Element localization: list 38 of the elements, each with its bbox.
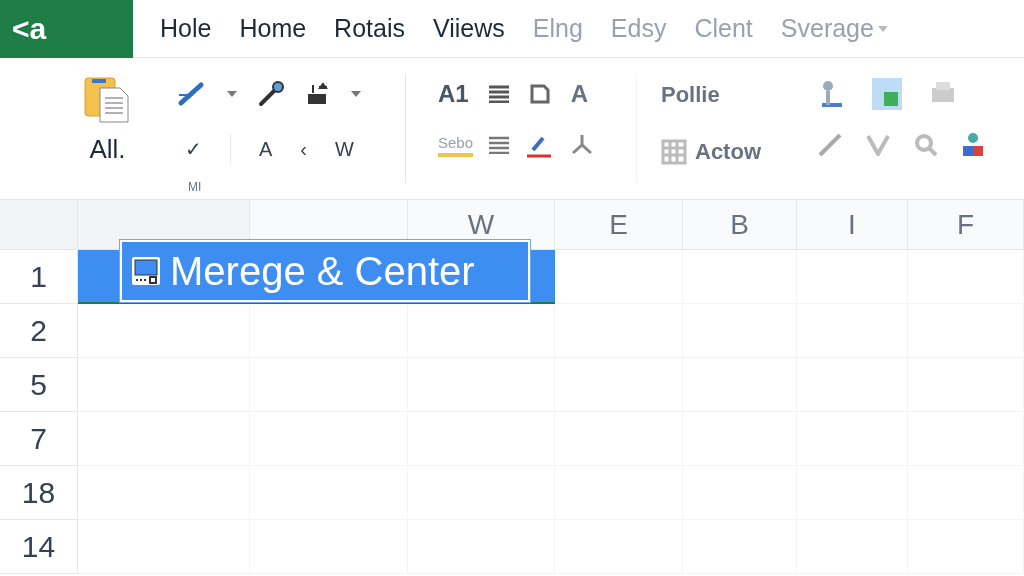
- style-dropdown[interactable]: Pollie: [661, 78, 802, 111]
- caret-icon[interactable]: [227, 91, 237, 97]
- format-dropdown[interactable]: Actow: [695, 135, 761, 168]
- row-header: 2: [0, 304, 78, 358]
- ribbon-tab[interactable]: Home: [232, 9, 314, 48]
- row-header: 14: [0, 520, 78, 574]
- column-header: F: [908, 200, 1024, 250]
- copy-icon[interactable]: [528, 83, 551, 105]
- row-header: 7: [0, 412, 78, 466]
- row-header: 5: [0, 358, 78, 412]
- merge-icon: [130, 255, 162, 287]
- column-header: E: [555, 200, 683, 250]
- app-logo[interactable]: <a: [0, 0, 133, 58]
- caret-icon[interactable]: [351, 91, 361, 97]
- format-glyph[interactable]: ‹: [300, 134, 307, 164]
- merge-center-tooltip[interactable]: Merege & Center: [120, 240, 530, 302]
- caret-icon: [877, 25, 888, 32]
- shapes-icon[interactable]: [962, 132, 984, 158]
- group-label: MI: [188, 179, 202, 196]
- ribbon-tab[interactable]: Rotais: [327, 9, 412, 48]
- fill-icon[interactable]: [305, 81, 331, 107]
- align-icon[interactable]: [488, 85, 509, 103]
- pencil-icon[interactable]: [818, 133, 842, 157]
- row-header: 1: [0, 250, 78, 304]
- format-glyph[interactable]: A: [259, 134, 273, 164]
- row-header: 18: [0, 466, 78, 520]
- font-letter[interactable]: A: [570, 76, 589, 112]
- style-box[interactable]: Sebo: [438, 133, 474, 157]
- brush-icon[interactable]: [257, 80, 285, 108]
- cell-reference: A1: [438, 79, 469, 109]
- format-glyph[interactable]: W: [335, 134, 354, 164]
- column-header: B: [683, 200, 797, 250]
- ribbon-tab[interactable]: Hole: [153, 9, 219, 48]
- paste-label: All.: [89, 133, 126, 166]
- column-header: I: [797, 200, 908, 250]
- ribbon-tab[interactable]: Viiews: [426, 9, 512, 48]
- list-icon[interactable]: [489, 136, 510, 154]
- format-glyph[interactable]: ✓: [185, 134, 202, 164]
